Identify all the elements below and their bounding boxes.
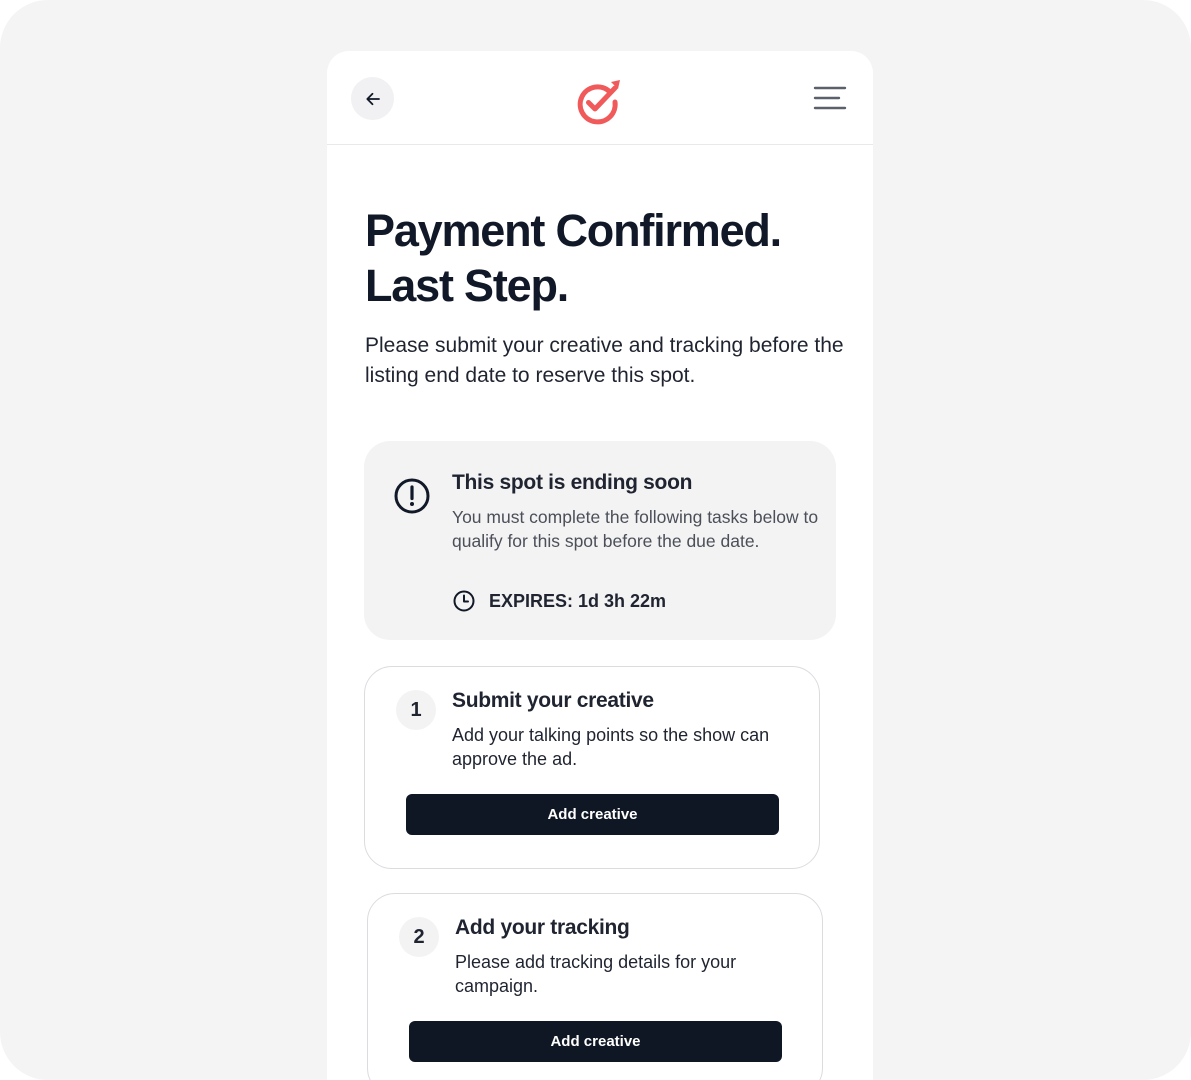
- add-creative-button[interactable]: Add creative: [406, 794, 779, 835]
- top-bar: [327, 51, 873, 145]
- add-tracking-button[interactable]: Add creative: [409, 1021, 782, 1062]
- page-title-line-2: Last Step.: [365, 260, 569, 311]
- exclamation-circle-icon: [394, 478, 430, 514]
- expires-row: EXPIRES: 1d 3h 22m: [452, 589, 666, 613]
- step-number-badge: 2: [399, 917, 439, 957]
- phone-screen: Payment Confirmed. Last Step. Please sub…: [327, 51, 873, 1080]
- alert-title: This spot is ending soon: [452, 471, 693, 494]
- target-check-logo-icon[interactable]: [575, 77, 625, 125]
- back-button[interactable]: [351, 77, 394, 120]
- step-number-badge: 1: [396, 690, 436, 730]
- page-title-line-1: Payment Confirmed.: [365, 205, 782, 256]
- task-description: Please add tracking details for your cam…: [455, 952, 737, 996]
- task-description: Add your talking points so the show can …: [452, 725, 770, 769]
- page-subtitle: Please submit your creative and tracking…: [365, 334, 844, 387]
- app-canvas: Payment Confirmed. Last Step. Please sub…: [0, 0, 1191, 1080]
- task-title: Add your tracking: [455, 916, 630, 939]
- ending-soon-alert: This spot is ending soon You must comple…: [364, 441, 836, 640]
- page-title: Payment Confirmed. Last Step.: [365, 203, 845, 313]
- clock-icon: [453, 590, 475, 612]
- hamburger-menu-icon[interactable]: [813, 85, 847, 111]
- expires-countdown: EXPIRES: 1d 3h 22m: [489, 590, 667, 611]
- task-title: Submit your creative: [452, 689, 654, 712]
- arrow-left-icon: [365, 92, 380, 105]
- alert-body: You must complete the following tasks be…: [452, 507, 819, 551]
- task-card-submit-creative: 1 Submit your creative Add your talking …: [364, 666, 820, 869]
- task-card-add-tracking: 2 Add your tracking Please add tracking …: [367, 893, 823, 1080]
